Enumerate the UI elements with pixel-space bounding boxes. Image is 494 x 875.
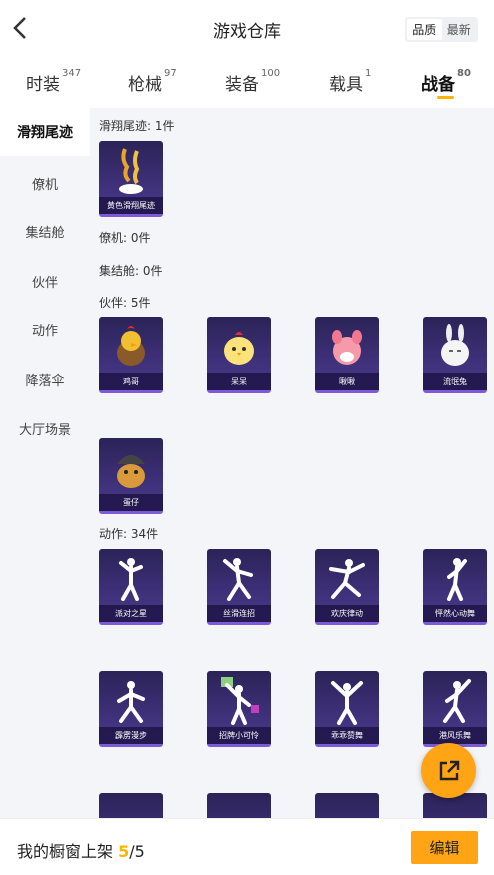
- item-card[interactable]: 呆呆: [207, 317, 271, 393]
- item-card[interactable]: 招牌小可怜: [207, 671, 271, 747]
- dance-pose-icon: [223, 558, 253, 601]
- sidebar: 滑翔尾迹 僚机 集结舱 伙伴 动作 降落伞 大厅场景: [0, 108, 90, 818]
- tab-count: 97: [164, 68, 177, 79]
- tab-label: 装备: [225, 75, 259, 95]
- item-name: 黄色滑翔尾迹: [99, 197, 163, 214]
- item-name: 港风乐舞: [423, 727, 487, 744]
- section-title-partner: 伙伴: 5件: [99, 296, 151, 310]
- dance-pose-icon: [329, 559, 365, 599]
- item-card[interactable]: 黄色滑翔尾迹: [99, 141, 163, 217]
- active-tab-indicator: [437, 96, 454, 99]
- tab-vehicles[interactable]: 载具1: [329, 68, 372, 95]
- tab-count: 347: [62, 68, 82, 79]
- showcase-total: /5: [129, 842, 145, 861]
- tab-label: 战备: [421, 75, 455, 95]
- item-card[interactable]: 流氓兔: [423, 317, 487, 393]
- tab-count: 80: [457, 68, 471, 79]
- item-card[interactable]: 怦然心动舞: [423, 549, 487, 625]
- tab-label: 时装: [26, 75, 60, 95]
- item-card[interactable]: 啾啾: [315, 317, 379, 393]
- item-name: 怦然心动舞: [423, 605, 487, 622]
- glide-trail-icon: [119, 148, 143, 194]
- item-name: 丝滑连招: [207, 605, 271, 622]
- tab-guns[interactable]: 枪械97: [128, 68, 177, 95]
- sidebar-item-pod[interactable]: 集结舱: [0, 207, 90, 255]
- sign-holding-icon: [221, 677, 259, 725]
- dance-pose-icon: [331, 681, 363, 725]
- item-name: 欢庆律动: [315, 605, 379, 622]
- dance-pose-icon: [447, 558, 467, 601]
- sort-newest-button[interactable]: 最新: [442, 19, 477, 40]
- edit-button[interactable]: 编辑: [411, 831, 478, 864]
- sort-quality-button[interactable]: 品质: [407, 19, 442, 40]
- item-card[interactable]: 派对之星: [99, 549, 163, 625]
- chick-icon: [224, 332, 254, 365]
- sidebar-item-lobby-scene[interactable]: 大厅场景: [0, 404, 90, 452]
- sort-toggle: 品质 最新: [405, 17, 478, 42]
- item-name: 蛋仔: [99, 494, 163, 511]
- share-button[interactable]: [421, 743, 476, 798]
- section-title-pod: 集结舱: 0件: [99, 264, 163, 278]
- showcase-label: 我的橱窗上架: [17, 842, 114, 861]
- item-card[interactable]: [207, 793, 271, 818]
- tab-label: 载具: [329, 75, 363, 95]
- showcase-count: 5/5: [118, 842, 145, 861]
- sidebar-item-wingman[interactable]: 僚机: [0, 159, 90, 207]
- item-name: 鸡哥: [99, 373, 163, 390]
- rooster-icon: [117, 326, 145, 366]
- item-card[interactable]: 蛋仔: [99, 438, 163, 514]
- sidebar-item-parachute[interactable]: 降落伞: [0, 355, 90, 403]
- app-header: 游戏仓库 品质 最新: [0, 0, 494, 58]
- dance-pose-icon: [119, 558, 143, 601]
- tab-count: 100: [261, 68, 281, 79]
- item-name: 呆呆: [207, 373, 271, 390]
- item-card[interactable]: [315, 793, 379, 818]
- helmet-pet-icon: [117, 455, 145, 488]
- item-card[interactable]: 欢庆律动: [315, 549, 379, 625]
- section-title-emote: 动作: 34件: [99, 527, 159, 541]
- item-name: 招牌小可怜: [207, 727, 271, 744]
- item-name: 啾啾: [315, 373, 379, 390]
- section-title-glide: 滑翔尾迹: 1件: [99, 119, 175, 133]
- rabbit-icon: [441, 324, 469, 366]
- item-name: 乖乖赞舞: [315, 727, 379, 744]
- category-tabs: 时装347 枪械97 装备100 载具1 战备80: [0, 60, 494, 106]
- item-card[interactable]: 丝滑连招: [207, 549, 271, 625]
- sidebar-item-emote[interactable]: 动作: [0, 305, 90, 353]
- tab-combat-gear[interactable]: 战备80: [421, 68, 471, 95]
- item-card[interactable]: 港风乐舞: [423, 671, 487, 747]
- sidebar-item-partner[interactable]: 伙伴: [0, 257, 90, 305]
- item-name: 霹雳漫步: [99, 727, 163, 744]
- item-grid: 滑翔尾迹: 1件 黄色滑翔尾迹 僚机: 0件 集结舱: 0件 伙伴: 5件 鸡哥…: [90, 108, 494, 818]
- showcase-status: 我的橱窗上架 5/5: [17, 838, 145, 862]
- tab-label: 枪械: [128, 75, 162, 95]
- item-card[interactable]: 鸡哥: [99, 317, 163, 393]
- bottom-bar: 我的橱窗上架 5/5 编辑: [0, 818, 494, 875]
- dance-pose-icon: [443, 679, 471, 723]
- item-card[interactable]: [99, 793, 163, 818]
- pink-pet-icon: [332, 330, 362, 365]
- dance-pose-icon: [117, 681, 145, 723]
- share-external-icon: [439, 760, 459, 780]
- tab-equipment[interactable]: 装备100: [225, 68, 281, 95]
- tab-fashion[interactable]: 时装347: [26, 68, 82, 95]
- tab-count: 1: [365, 68, 372, 79]
- section-title-wingman: 僚机: 0件: [99, 231, 151, 245]
- sidebar-item-glide-trail[interactable]: 滑翔尾迹: [0, 108, 90, 156]
- showcase-current: 5: [118, 842, 130, 861]
- item-card[interactable]: 乖乖赞舞: [315, 671, 379, 747]
- item-name: 流氓兔: [423, 373, 487, 390]
- item-card[interactable]: 霹雳漫步: [99, 671, 163, 747]
- item-name: 派对之星: [99, 605, 163, 622]
